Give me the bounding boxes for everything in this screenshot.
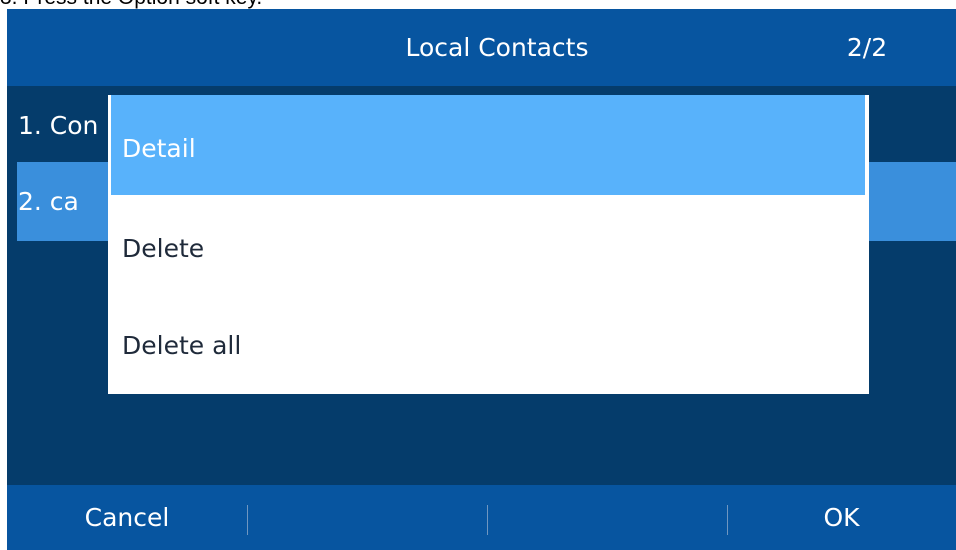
option-detail[interactable]: Detail bbox=[111, 95, 865, 195]
softkey-2[interactable] bbox=[247, 485, 487, 550]
option-delete[interactable]: Delete bbox=[108, 199, 869, 298]
softkey-bar: Cancel OK bbox=[7, 485, 956, 550]
softkey-divider bbox=[727, 505, 728, 535]
ok-softkey[interactable]: OK bbox=[727, 485, 956, 550]
contact-item-label: 2. ca bbox=[18, 187, 79, 216]
softkey-3[interactable] bbox=[487, 485, 727, 550]
instruction-caption: 3. Press the Option soft key. bbox=[0, 0, 956, 9]
cancel-softkey[interactable]: Cancel bbox=[7, 485, 247, 550]
title-bar: Local Contacts 2/2 bbox=[7, 9, 956, 86]
phone-screen: Local Contacts 2/2 1. Con 2. ca Detail D… bbox=[7, 9, 956, 550]
option-label: Detail bbox=[122, 134, 196, 163]
page-indicator: 2/2 bbox=[846, 33, 888, 62]
contact-item-label: 1. Con bbox=[18, 111, 99, 140]
option-label: Delete all bbox=[122, 331, 242, 360]
softkey-divider bbox=[487, 505, 488, 535]
option-delete-all[interactable]: Delete all bbox=[108, 298, 869, 394]
option-label: Delete bbox=[122, 234, 205, 263]
option-menu: Detail Delete Delete all bbox=[108, 95, 869, 394]
softkey-divider bbox=[247, 505, 248, 535]
screen-title: Local Contacts bbox=[405, 33, 589, 62]
